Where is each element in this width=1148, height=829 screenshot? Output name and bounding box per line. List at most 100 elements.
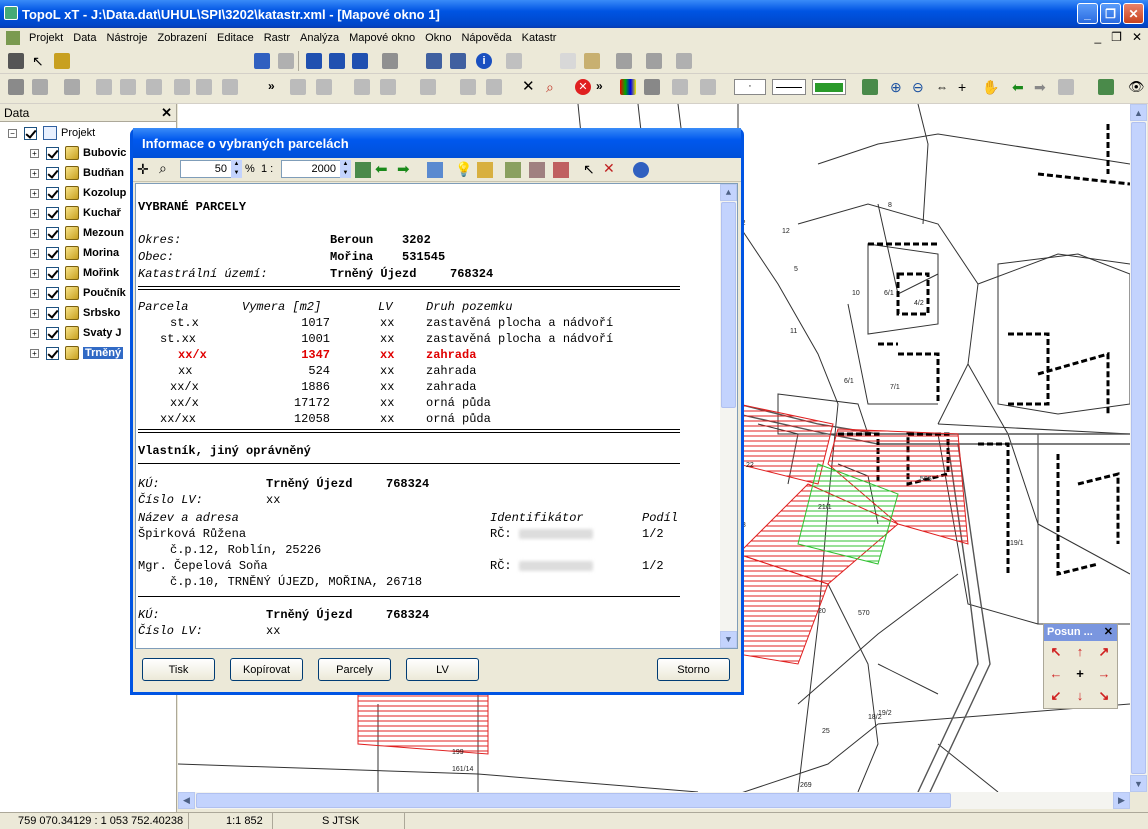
merge-icon[interactable] [174, 79, 190, 95]
menu-projekt[interactable]: Projekt [24, 32, 68, 44]
hscroll-thumb[interactable] [196, 793, 951, 808]
cancel-icon[interactable]: ✕ [575, 79, 591, 95]
pan-se-icon[interactable]: ↘ [1096, 688, 1112, 704]
reload-icon[interactable] [427, 162, 443, 178]
layer-item[interactable]: + Trněný [30, 343, 124, 363]
posun-close-icon[interactable]: ✕ [1104, 625, 1113, 638]
scroll-up-icon[interactable]: ▲ [1130, 104, 1147, 121]
pan-ne-icon[interactable]: ↗ [1096, 644, 1112, 660]
zoom-plus-icon[interactable]: ✛ [137, 161, 149, 178]
window-tile-h-icon[interactable] [329, 53, 345, 69]
node-tool-icon[interactable] [32, 79, 48, 95]
refresh-icon[interactable] [862, 79, 878, 95]
panel-close-icon[interactable]: ✕ [161, 105, 172, 121]
expand-icon[interactable]: + [30, 288, 39, 298]
layer-item[interactable]: + Mezoun [30, 223, 124, 243]
menu-analyza[interactable]: Analýza [295, 32, 344, 44]
select-remove-icon[interactable] [553, 162, 569, 178]
copy-button[interactable]: Kopírovat [230, 658, 303, 681]
prev-arrow-icon[interactable]: ⬅ [375, 160, 388, 178]
legend-icon[interactable] [426, 53, 442, 69]
zoom-spinner[interactable]: ▲ ▼ [231, 160, 242, 178]
map-hscrollbar[interactable]: ◀ ▶ [178, 792, 1130, 809]
expand-icon[interactable]: + [30, 208, 39, 218]
toolbar-overflow-2-icon[interactable]: » [596, 79, 603, 93]
note-icon[interactable] [477, 162, 493, 178]
expand-icon[interactable]: + [30, 148, 39, 158]
layer-checkbox[interactable] [46, 226, 59, 240]
layer-item[interactable]: + Morina [30, 243, 119, 263]
save-all-icon[interactable] [646, 53, 662, 69]
open-icon[interactable] [584, 53, 600, 69]
copy-geom-icon[interactable] [196, 79, 212, 95]
measure-icon[interactable] [460, 79, 476, 95]
report-scroll-down-icon[interactable]: ▼ [720, 631, 737, 648]
layer-item[interactable]: + Budňan [30, 163, 124, 183]
layer-checkbox[interactable] [46, 166, 59, 180]
menu-data[interactable]: Data [68, 32, 101, 44]
report-scroll-up-icon[interactable]: ▲ [720, 184, 737, 201]
fill-color-box[interactable] [812, 79, 846, 95]
expand-icon[interactable]: + [30, 248, 39, 258]
layer-item[interactable]: + Mořink [30, 263, 119, 283]
search-icon[interactable]: ⌕ [546, 79, 562, 95]
menu-nastroje[interactable]: Nástroje [102, 32, 153, 44]
layer-checkbox[interactable] [46, 266, 59, 280]
draw-point-icon[interactable] [316, 79, 332, 95]
expand-icon[interactable]: + [30, 348, 39, 358]
scale-input[interactable]: 2000 [281, 160, 341, 178]
window-tile-v-icon[interactable] [352, 53, 368, 69]
mdi-doc-icon[interactable] [6, 31, 20, 45]
restore-button[interactable]: ❐ [1100, 3, 1121, 24]
menu-zobrazeni[interactable]: Zobrazení [152, 32, 212, 44]
scroll-left-icon[interactable]: ◀ [178, 792, 195, 809]
window-cascade-icon[interactable] [306, 53, 322, 69]
line-style-box[interactable] [772, 79, 806, 95]
split-icon[interactable] [146, 79, 162, 95]
label-icon[interactable] [700, 79, 716, 95]
snap-icon[interactable] [64, 79, 80, 95]
pan-s-icon[interactable]: ↓ [1072, 688, 1088, 703]
doc-icon[interactable] [506, 53, 522, 69]
pan-n-icon[interactable]: ↑ [1072, 644, 1088, 659]
layer-item[interactable]: + Bubovic [30, 143, 126, 163]
cursor-icon[interactable]: ↖ [583, 161, 595, 178]
pan-hand-icon[interactable]: ✋ [982, 79, 999, 95]
eye-icon[interactable]: 👁 [1128, 79, 1145, 95]
minimize-button[interactable]: _ [1077, 3, 1098, 24]
layers-icon[interactable] [254, 53, 270, 69]
layer-checkbox[interactable] [46, 186, 59, 200]
expand-icon[interactable]: + [30, 308, 39, 318]
binoculars-icon[interactable] [8, 53, 24, 69]
layer-checkbox[interactable] [46, 306, 59, 320]
palette-icon[interactable] [620, 79, 636, 95]
menu-katastr[interactable]: Katastr [517, 32, 562, 44]
fill-icon[interactable] [420, 79, 436, 95]
style-icon[interactable] [672, 79, 688, 95]
point-style-box[interactable]: · [734, 79, 766, 95]
print-icon[interactable] [676, 53, 692, 69]
layer-item[interactable]: + Kuchař [30, 203, 121, 223]
layer-checkbox[interactable] [46, 326, 59, 340]
zoom-all-icon[interactable]: + [958, 79, 974, 95]
scroll-right-icon[interactable]: ▶ [1113, 792, 1130, 809]
info-icon[interactable]: i [476, 53, 492, 69]
layer-checkbox[interactable] [46, 246, 59, 260]
map-vscrollbar[interactable]: ▲ ▼ [1130, 104, 1147, 792]
delete-selection-icon[interactable]: ✕ [603, 160, 615, 177]
polygon-icon[interactable] [120, 79, 136, 95]
magnifier-icon[interactable]: ⌕ [159, 160, 167, 177]
pan-w-icon[interactable]: ← [1048, 666, 1064, 681]
pan-nw-icon[interactable]: ↖ [1048, 644, 1064, 660]
menu-rastr[interactable]: Rastr [259, 32, 295, 44]
mdi-restore-icon[interactable]: ❐ [1111, 30, 1122, 44]
toolbar-overflow-icon[interactable]: » [268, 79, 275, 93]
layer-item[interactable]: + Kozolup [30, 183, 126, 203]
history-icon[interactable] [1058, 79, 1074, 95]
measure-area-icon[interactable] [486, 79, 502, 95]
menu-editace[interactable]: Editace [212, 32, 259, 44]
draw-line-icon[interactable] [290, 79, 306, 95]
pointer-icon[interactable]: ↖ [32, 53, 48, 69]
zoom-in-icon[interactable]: ⊕ [890, 79, 906, 95]
back-arrow-icon[interactable]: ⬅ [1012, 79, 1028, 95]
